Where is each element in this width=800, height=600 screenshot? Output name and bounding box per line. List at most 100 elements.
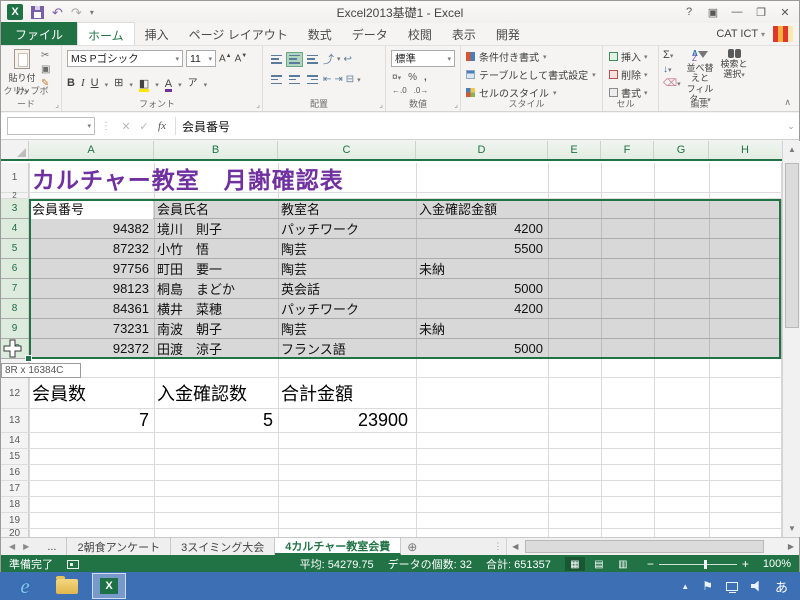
account-avatar[interactable] (773, 26, 793, 42)
cell-b8[interactable]: 横井 菜穂 (157, 299, 276, 318)
cell-c5[interactable]: 陶芸 (281, 239, 414, 258)
column-header-e[interactable]: E (548, 141, 601, 159)
collapse-ribbon-icon[interactable]: ∧ (784, 97, 791, 108)
insert-function-icon[interactable]: fx (153, 120, 171, 132)
row-18[interactable]: 18 (1, 497, 782, 513)
cell-c3[interactable]: 教室名 (281, 199, 414, 218)
row-19[interactable]: 19 (1, 513, 782, 529)
row-12[interactable]: 12 会員数 入金確認数 合計金額 (1, 378, 782, 409)
cell-b7[interactable]: 桐島 まどか (157, 279, 276, 298)
increase-decimal-icon[interactable]: ←.0 (392, 86, 407, 95)
fill-color-icon[interactable]: ◧ (139, 79, 149, 89)
cell-c8[interactable]: パッチワーク (281, 299, 414, 318)
select-all-corner[interactable] (1, 141, 29, 159)
cell-c7[interactable]: 英会話 (281, 279, 414, 298)
help-button[interactable]: ? (677, 1, 701, 23)
page-layout-view-icon[interactable]: ▤ (589, 557, 609, 571)
find-select-button[interactable]: 検索と 選択▾ (717, 49, 751, 80)
scroll-right-icon[interactable]: ▶ (783, 542, 799, 551)
row-header-8[interactable]: 8 (1, 299, 29, 318)
row-17[interactable]: 17 (1, 481, 782, 497)
comma-style-icon[interactable]: , (424, 72, 427, 83)
align-bottom-icon[interactable] (305, 53, 320, 66)
cell-a4[interactable]: 94382 (30, 219, 152, 238)
cell-c12[interactable]: 合計金額 (281, 378, 414, 408)
cell-b5[interactable]: 小竹 悟 (157, 239, 276, 258)
minimize-button[interactable]: — (725, 1, 749, 23)
sheet-tab-1[interactable]: 2朝食アンケート (67, 538, 171, 555)
cell-d6[interactable]: 未納 (419, 259, 546, 278)
row-14[interactable]: 14 (1, 433, 782, 449)
ime-indicator[interactable]: あ (775, 577, 788, 596)
cell-b3[interactable]: 会員氏名 (157, 199, 276, 218)
action-center-flag-icon[interactable]: ⚑ (702, 579, 713, 593)
cell-c10[interactable]: フランス語 (281, 339, 414, 358)
row-1[interactable]: 1 カルチャー教室 月謝確認表 (1, 163, 782, 193)
merge-center-icon[interactable]: ⊟ (346, 74, 354, 85)
cell-c6[interactable]: 陶芸 (281, 259, 414, 278)
row-header-16[interactable]: 16 (1, 465, 29, 480)
cell-d10[interactable]: 5000 (419, 339, 546, 358)
ie-taskbar-icon[interactable]: e (8, 573, 42, 599)
row-20[interactable]: 20 (1, 529, 782, 537)
cell-b4[interactable]: 境川 則子 (157, 219, 276, 238)
page-break-view-icon[interactable]: ▥ (613, 557, 633, 571)
format-as-table-button[interactable]: テーブルとして書式設定▾ (466, 67, 596, 82)
row-header-7[interactable]: 7 (1, 279, 29, 298)
phonetic-guide-icon[interactable]: ア (188, 74, 198, 89)
row-header-6[interactable]: 6 (1, 259, 29, 278)
row-3[interactable]: 3 会員番号 会員氏名 教室名 入金確認金額 (1, 199, 782, 219)
vertical-scrollbar[interactable]: ▲ ▼ (782, 141, 800, 537)
row-16[interactable]: 16 (1, 465, 782, 481)
italic-button[interactable]: I (81, 77, 85, 89)
cell-d7[interactable]: 5000 (419, 279, 546, 298)
align-left-icon[interactable] (269, 73, 284, 86)
fill-icon[interactable]: ↓▾ (663, 64, 681, 75)
new-sheet-icon[interactable]: ⊕ (401, 538, 423, 555)
row-header-4[interactable]: 4 (1, 219, 29, 238)
cell-a8[interactable]: 84361 (30, 299, 152, 318)
decrease-indent-icon[interactable]: ⇤ (323, 74, 331, 85)
cell-a12[interactable]: 会員数 (32, 378, 152, 408)
row-header-18[interactable]: 18 (1, 497, 29, 512)
speaker-icon[interactable] (751, 581, 762, 592)
close-button[interactable]: ✕ (773, 1, 797, 23)
tab-view[interactable]: 表示 (442, 22, 486, 45)
horizontal-scrollbar-thumb[interactable] (525, 540, 764, 553)
cell-c4[interactable]: パッチワーク (281, 219, 414, 238)
column-header-d[interactable]: D (416, 141, 548, 159)
row-7[interactable]: 7 98123 桐島 まどか 英会話 5000 (1, 279, 782, 299)
decrease-decimal-icon[interactable]: .0→ (414, 86, 429, 95)
insert-cells-button[interactable]: 挿入▾ (609, 49, 648, 64)
row-6[interactable]: 6 97756 町田 要一 陶芸 未納 (1, 259, 782, 279)
tab-developer[interactable]: 開発 (486, 22, 530, 45)
cell-a6[interactable]: 97756 (30, 259, 152, 278)
decrease-font-icon[interactable]: A▼ (235, 53, 248, 64)
sheet-tab-2[interactable]: 3スイミング大会 (171, 538, 275, 555)
cell-d5[interactable]: 5500 (419, 239, 546, 258)
confirm-entry-icon[interactable]: ✓ (135, 120, 153, 133)
grid[interactable]: 1 カルチャー教室 月謝確認表 2 3 会員番号 会員氏名 教室名 入金確認金額… (1, 163, 782, 537)
number-dialog-launcher[interactable]: ⌟ (454, 100, 458, 109)
font-name-select[interactable]: MS Pゴシック▾ (67, 50, 183, 67)
vertical-scrollbar-thumb[interactable] (785, 163, 799, 328)
row-header-5[interactable]: 5 (1, 239, 29, 258)
row-11[interactable]: 11 (1, 359, 782, 378)
zoom-out-icon[interactable]: − (647, 557, 654, 571)
row-header-14[interactable]: 14 (1, 433, 29, 448)
account-name[interactable]: CAT ICT ▾ (716, 28, 765, 40)
alignment-dialog-launcher[interactable]: ⌟ (379, 100, 383, 109)
increase-font-icon[interactable]: A▲ (219, 53, 232, 64)
tab-file[interactable]: ファイル (1, 22, 77, 45)
row-header-17[interactable]: 17 (1, 481, 29, 496)
cell-b10[interactable]: 田渡 涼子 (157, 339, 276, 358)
row-header-13[interactable]: 13 (1, 409, 29, 432)
name-box[interactable]: ▾ (7, 117, 95, 135)
autosum-icon[interactable]: Σ▾ (663, 49, 681, 61)
column-header-f[interactable]: F (601, 141, 654, 159)
normal-view-icon[interactable]: ▦ (565, 557, 585, 571)
bold-button[interactable]: B (67, 77, 75, 89)
row-header-2[interactable]: 2 (1, 193, 29, 198)
tab-review[interactable]: 校閲 (398, 22, 442, 45)
tab-home[interactable]: ホーム (77, 22, 135, 45)
